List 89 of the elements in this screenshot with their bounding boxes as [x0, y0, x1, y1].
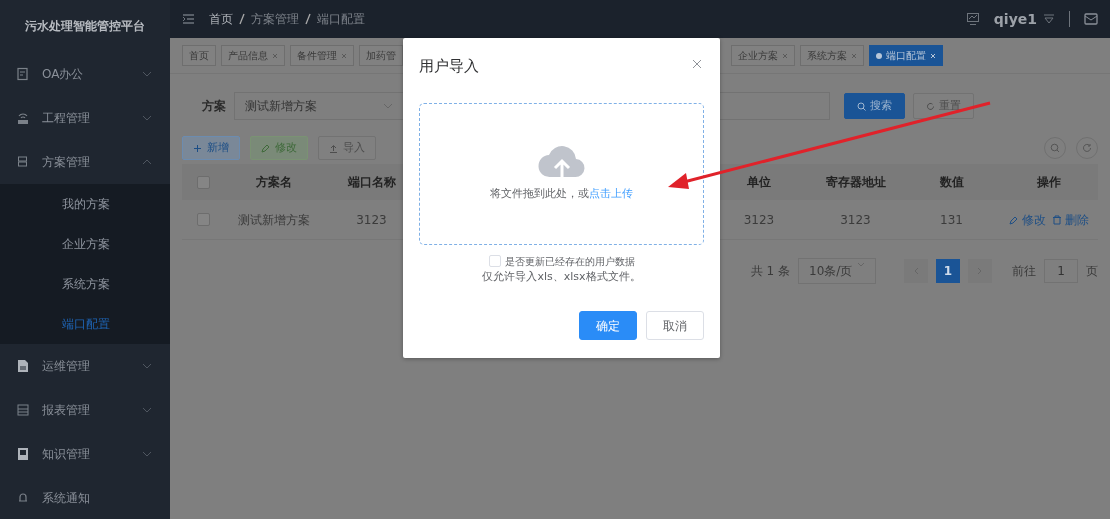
- breadcrumb-item[interactable]: 方案管理: [251, 10, 299, 28]
- tab[interactable]: 备件管理: [290, 45, 354, 66]
- table-icon: [16, 403, 30, 417]
- close-icon[interactable]: [782, 52, 788, 59]
- upload-cloud-icon: [537, 144, 586, 179]
- breadcrumb-item[interactable]: 端口配置: [317, 10, 365, 28]
- slash-icon: [239, 13, 245, 25]
- menu-item[interactable]: OA办公: [0, 52, 170, 96]
- menu-item[interactable]: 工程管理: [0, 96, 170, 140]
- close-icon[interactable]: [692, 59, 702, 69]
- column-header: 方案名: [255, 174, 293, 191]
- menu-item[interactable]: 知识管理: [0, 432, 170, 476]
- menu-item[interactable]: 运维管理: [0, 344, 170, 388]
- refresh-icon: [926, 101, 935, 111]
- breadcrumb-item[interactable]: 首页: [209, 10, 233, 28]
- tab[interactable]: 端口配置: [869, 45, 943, 66]
- user-name[interactable]: qiye1: [993, 8, 1037, 30]
- tab[interactable]: 系统方案: [800, 45, 864, 66]
- refresh-icon: [1082, 143, 1092, 153]
- submenu-item[interactable]: 系统方案: [0, 264, 170, 304]
- dropdown-icon[interactable]: [1043, 13, 1055, 25]
- column-header: 操作: [1036, 174, 1062, 191]
- submenu-item[interactable]: 我的方案: [0, 184, 170, 224]
- menu-item[interactable]: 系统通知: [0, 476, 170, 519]
- plan-select[interactable]: 测试新增方案: [234, 92, 404, 120]
- row-checkbox[interactable]: [196, 213, 210, 226]
- checkbox[interactable]: [488, 255, 501, 267]
- close-icon[interactable]: [930, 52, 936, 59]
- next-page-button[interactable]: [968, 259, 992, 283]
- total-count: 共 1 条: [750, 263, 790, 280]
- edit-link[interactable]: 修改: [1009, 210, 1046, 229]
- menu-item[interactable]: 报表管理: [0, 388, 170, 432]
- menu-item[interactable]: 方案管理: [0, 140, 170, 184]
- dialog-title: 用户导入: [419, 56, 479, 77]
- router-icon: [16, 111, 30, 125]
- pencil-icon: [261, 143, 270, 153]
- page-size-select[interactable]: 10条/页: [798, 258, 876, 284]
- page-button[interactable]: 1: [936, 259, 960, 283]
- upload-link[interactable]: 点击上传: [589, 187, 633, 201]
- close-icon[interactable]: [272, 52, 278, 59]
- upload-instruction: 将文件拖到此处，或点击上传: [490, 186, 633, 203]
- file-icon: [16, 359, 30, 373]
- page-suffix: 页: [1086, 263, 1098, 280]
- tab[interactable]: 加药管: [359, 45, 403, 66]
- tab[interactable]: 企业方案: [731, 45, 795, 66]
- checkbox-label: 是否更新已经存在的用户数据: [504, 254, 635, 269]
- search-button[interactable]: 搜索: [844, 92, 905, 120]
- upload-tip: 仅允许导入xls、xlsx格式文件。: [481, 268, 642, 285]
- column-header: 数值: [938, 174, 965, 191]
- upload-area[interactable]: 将文件拖到此处，或点击上传: [419, 102, 704, 245]
- add-button[interactable]: 新增: [182, 135, 240, 161]
- column-header: 寄存器地址: [824, 174, 887, 191]
- delete-link[interactable]: 删除: [1052, 210, 1089, 229]
- chevron-down-icon: [857, 262, 865, 268]
- submenu-item[interactable]: 端口配置: [0, 304, 170, 344]
- search-icon: [1050, 143, 1060, 153]
- submenu-item[interactable]: 企业方案: [0, 224, 170, 264]
- pencil-icon: [1009, 214, 1019, 225]
- table-cell-text: 3123: [742, 211, 776, 229]
- upload-icon: [329, 143, 338, 153]
- document-icon: [16, 67, 30, 81]
- menu-icon[interactable]: [182, 13, 195, 25]
- column-header: 单位: [746, 174, 772, 191]
- close-icon[interactable]: [341, 52, 347, 59]
- app-title: 污水处理智能管控平台: [25, 18, 145, 35]
- trash-icon: [1052, 214, 1062, 225]
- table-cell-text: 131: [939, 211, 964, 229]
- monitor-icon[interactable]: [965, 12, 980, 26]
- tab[interactable]: 首页: [182, 45, 216, 66]
- table-cell-text: 3123: [839, 211, 872, 229]
- chevron-down-icon: [383, 102, 393, 110]
- filter-label: 方案: [202, 98, 226, 115]
- search-icon: [857, 101, 866, 111]
- confirm-button[interactable]: 确定: [579, 311, 637, 340]
- plus-icon: [193, 143, 202, 153]
- column-header: 端口名称: [346, 174, 397, 191]
- select-all-checkbox[interactable]: [196, 175, 210, 189]
- prev-page-button[interactable]: [904, 259, 928, 283]
- server-icon: [16, 155, 30, 169]
- cancel-button[interactable]: 取消: [646, 311, 704, 340]
- table-cell-text: 测试新增方案: [237, 211, 311, 229]
- slash-icon: [305, 13, 311, 25]
- page-input[interactable]: 1: [1044, 259, 1078, 283]
- dot-icon: [876, 52, 882, 59]
- close-icon[interactable]: [851, 52, 857, 59]
- book-icon: [16, 447, 30, 461]
- table-cell-text: 3123: [355, 211, 388, 229]
- goto-label: 前往: [1012, 263, 1036, 280]
- mail-icon[interactable]: [1084, 13, 1098, 25]
